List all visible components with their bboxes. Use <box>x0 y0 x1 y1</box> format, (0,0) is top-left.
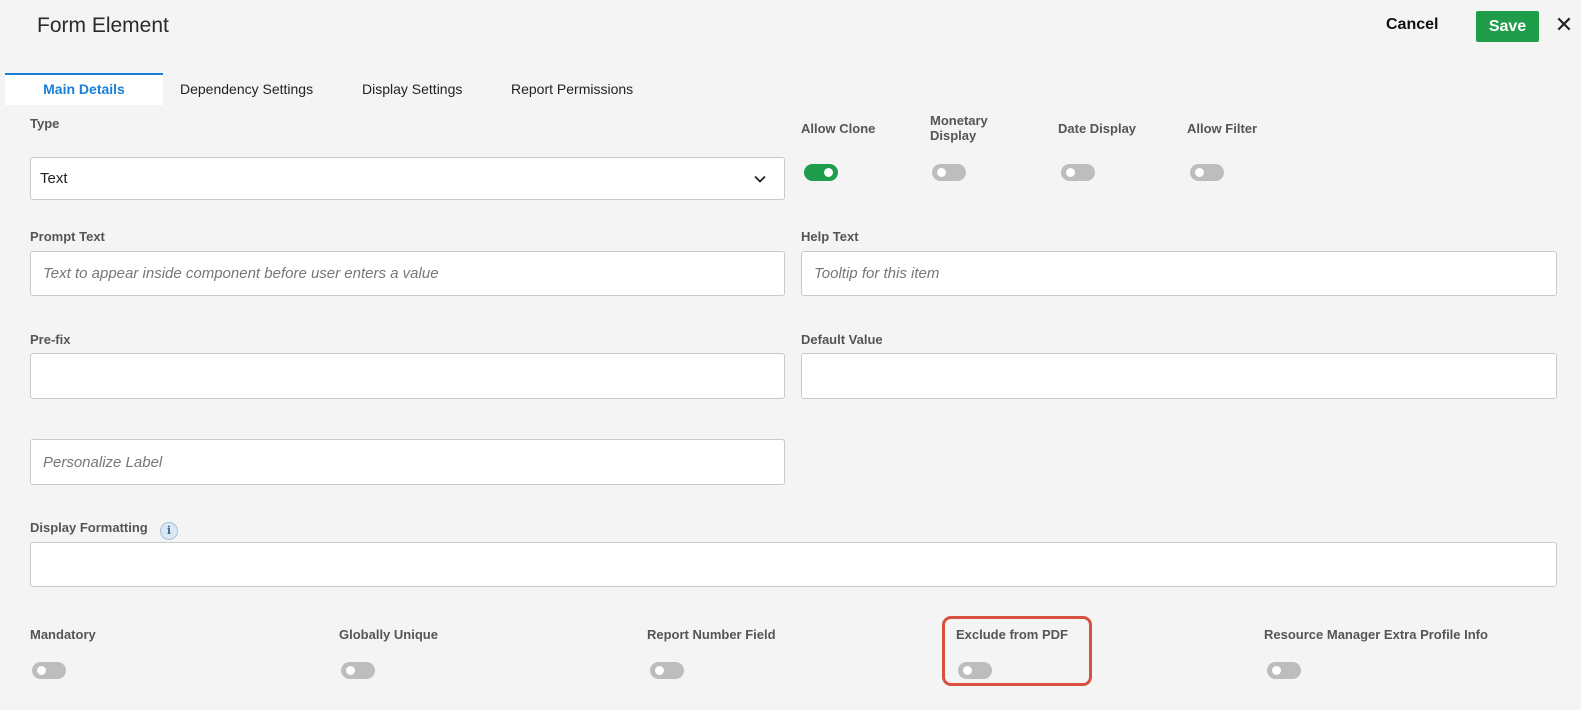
toggle-knob <box>937 168 946 177</box>
prompt-text-label: Prompt Text <box>30 229 105 244</box>
chevron-down-icon <box>754 175 766 183</box>
display-formatting-label: Display Formatting <box>30 520 148 535</box>
prompt-text-input[interactable] <box>30 251 785 296</box>
toggle-knob <box>655 666 664 675</box>
page-title: Form Element <box>37 14 169 37</box>
tab-report-permissions[interactable]: Report Permissions <box>511 73 633 105</box>
mandatory-toggle[interactable] <box>32 662 66 679</box>
allow-filter-toggle[interactable] <box>1190 164 1224 181</box>
monetary-display-label: Monetary Display <box>930 113 988 143</box>
exclude-from-pdf-label: Exclude from PDF <box>956 627 1068 642</box>
modal-header: Form Element Cancel Save ✕ <box>0 0 1581 58</box>
allow-clone-toggle[interactable] <box>804 164 838 181</box>
toggle-knob <box>346 666 355 675</box>
toggle-knob <box>963 666 972 675</box>
globally-unique-toggle[interactable] <box>341 662 375 679</box>
save-button[interactable]: Save <box>1476 11 1539 42</box>
allow-clone-label: Allow Clone <box>801 121 876 136</box>
close-icon[interactable]: ✕ <box>1554 14 1574 38</box>
tab-dependency-settings[interactable]: Dependency Settings <box>180 73 313 105</box>
date-display-toggle[interactable] <box>1061 164 1095 181</box>
report-number-field-toggle[interactable] <box>650 662 684 679</box>
tab-display-settings[interactable]: Display Settings <box>362 73 462 105</box>
mandatory-label: Mandatory <box>30 627 96 642</box>
toggle-knob <box>824 168 833 177</box>
default-value-label: Default Value <box>801 332 883 347</box>
type-select[interactable]: Text <box>30 157 785 200</box>
resource-manager-extra-profile-info-toggle[interactable] <box>1267 662 1301 679</box>
tab-main-details[interactable]: Main Details <box>5 73 163 105</box>
type-label: Type <box>30 116 60 131</box>
help-text-label: Help Text <box>801 229 859 244</box>
date-display-label: Date Display <box>1058 121 1137 136</box>
cancel-button[interactable]: Cancel <box>1386 16 1438 34</box>
report-number-field-label: Report Number Field <box>647 627 776 642</box>
display-formatting-input[interactable] <box>30 542 1557 587</box>
prefix-label: Pre-fix <box>30 332 71 347</box>
main-details-panel <box>5 113 1581 710</box>
help-text-input[interactable] <box>801 251 1557 296</box>
prefix-input[interactable] <box>30 353 785 399</box>
resource-manager-extra-profile-info-label: Resource Manager Extra Profile Info <box>1264 627 1488 642</box>
default-value-input[interactable] <box>801 353 1557 399</box>
toggle-knob <box>1066 168 1075 177</box>
monetary-display-toggle[interactable] <box>932 164 966 181</box>
type-select-value: Text <box>40 170 68 187</box>
personalize-label-input[interactable] <box>30 439 785 485</box>
toggle-knob <box>1195 168 1204 177</box>
exclude-from-pdf-toggle[interactable] <box>958 662 992 679</box>
toggle-knob <box>37 666 46 675</box>
allow-filter-label: Allow Filter <box>1187 121 1258 136</box>
toggle-knob <box>1272 666 1281 675</box>
globally-unique-label: Globally Unique <box>339 627 438 642</box>
info-icon[interactable]: i <box>160 522 178 540</box>
